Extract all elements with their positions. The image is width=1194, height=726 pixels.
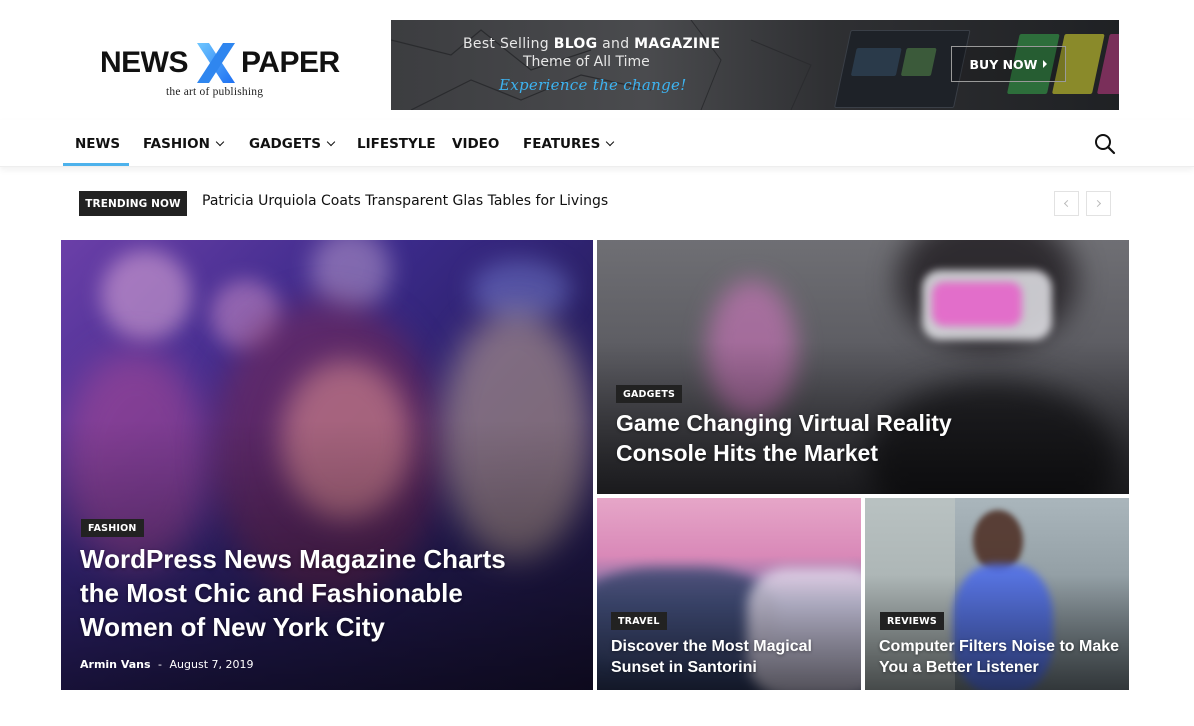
banner-line-2: Theme of All Time <box>523 54 650 70</box>
category-tag-fashion[interactable]: FASHION <box>81 519 144 537</box>
banner-line-1: Best Selling BLOG and MAGAZINE <box>463 36 721 52</box>
post-title-main[interactable]: WordPress News Magazine Charts the Most … <box>80 542 506 644</box>
meta-separator: - <box>158 658 163 671</box>
logo-tagline: the art of publishing <box>166 86 264 98</box>
nav-item-news[interactable]: NEWS <box>75 120 120 167</box>
post-title-top-right[interactable]: Game Changing Virtual Reality Console Hi… <box>616 408 952 468</box>
featured-post-main[interactable]: FASHION WordPress News Magazine Charts t… <box>61 240 593 690</box>
trending-next-button[interactable] <box>1086 191 1111 216</box>
category-tag-travel[interactable]: TRAVEL <box>611 612 667 630</box>
post-meta: Armin Vans - August 7, 2019 <box>80 658 254 671</box>
nav-item-fashion[interactable]: FASHION <box>143 120 225 167</box>
post-title-bottom-right[interactable]: Computer Filters Noise to Make You a Bet… <box>879 636 1119 678</box>
nav-item-features[interactable]: FEATURES <box>523 120 615 167</box>
ad-banner[interactable]: Best Selling BLOG and MAGAZINE Theme of … <box>391 20 1119 110</box>
chevron-down-icon <box>326 137 336 146</box>
caret-right-icon <box>1043 60 1048 68</box>
nav-item-video[interactable]: VIDEO <box>452 120 499 167</box>
category-tag-reviews[interactable]: REVIEWS <box>880 612 944 630</box>
banner-line-3: Experience the change! <box>499 76 687 94</box>
post-date: August 7, 2019 <box>169 658 254 671</box>
featured-post-bottom-right[interactable]: REVIEWS Computer Filters Noise to Make Y… <box>865 498 1129 690</box>
trending-headline-link[interactable]: Patricia Urquiola Coats Transparent Glas… <box>202 193 608 209</box>
chevron-down-icon <box>215 137 225 146</box>
trending-prev-button[interactable] <box>1054 191 1079 216</box>
post-title-bottom-left[interactable]: Discover the Most Magical Sunset in Sant… <box>611 636 812 678</box>
featured-post-top-right[interactable]: GADGETS Game Changing Virtual Reality Co… <box>597 240 1129 494</box>
main-navigation: NEWS FASHION GADGETS LIFESTYLE VIDEO FEA… <box>0 120 1194 167</box>
chevron-down-icon <box>606 137 615 146</box>
logo-word-paper: PAPER <box>241 46 340 79</box>
chevron-left-icon <box>1063 199 1072 208</box>
search-icon[interactable] <box>1093 132 1117 156</box>
buy-now-button[interactable]: BUY NOW <box>951 46 1066 82</box>
nav-item-gadgets[interactable]: GADGETS <box>249 120 336 167</box>
site-header: NEWS PAPER the art of publishing Best Se… <box>0 0 1194 120</box>
trending-now-label: TRENDING NOW <box>79 191 187 216</box>
featured-post-bottom-left[interactable]: TRAVEL Discover the Most Magical Sunset … <box>597 498 861 690</box>
logo-word-news: NEWS <box>100 46 189 79</box>
author-name[interactable]: Armin Vans <box>80 658 151 671</box>
site-logo[interactable]: NEWS PAPER the art of publishing <box>100 42 345 102</box>
x-logo-icon <box>197 43 235 83</box>
nav-item-lifestyle[interactable]: LIFESTYLE <box>357 120 436 167</box>
category-tag-gadgets[interactable]: GADGETS <box>616 385 683 403</box>
chevron-right-icon <box>1093 199 1102 208</box>
nav-active-indicator <box>63 163 129 166</box>
